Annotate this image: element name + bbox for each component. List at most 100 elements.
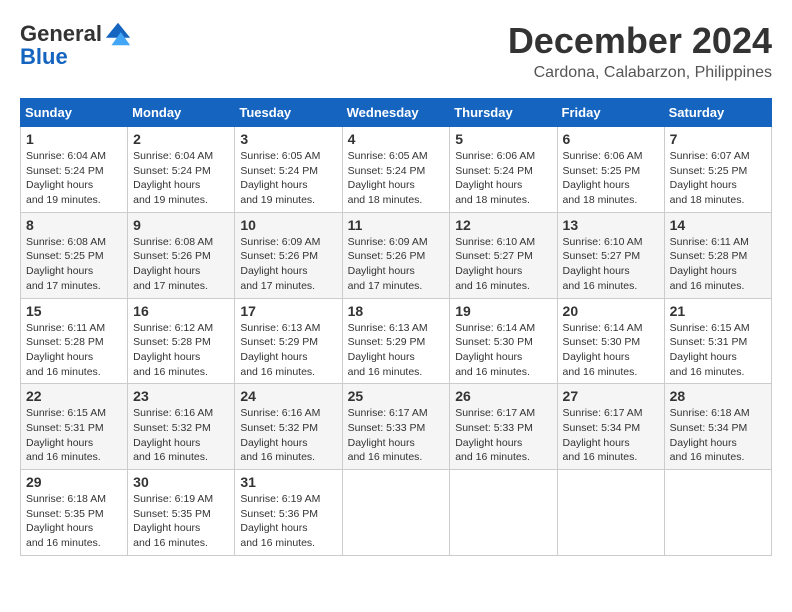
day-info: Sunrise: 6:05 AMSunset: 5:24 PMDaylight … — [240, 149, 336, 208]
calendar-week-row: 29 Sunrise: 6:18 AMSunset: 5:35 PMDayligh… — [21, 470, 772, 556]
table-row — [342, 470, 450, 556]
day-number: 1 — [26, 131, 122, 147]
table-row: 30 Sunrise: 6:19 AMSunset: 5:35 PMDayligh… — [128, 470, 235, 556]
table-row — [557, 470, 664, 556]
day-number: 2 — [133, 131, 229, 147]
table-row: 4Sunrise: 6:05 AMSunset: 5:24 PMDaylight… — [342, 127, 450, 213]
day-info: Sunrise: 6:18 AMSunset: 5:34 PMDaylight … — [670, 406, 766, 465]
title-block: December 2024 Cardona, Calabarzon, Phili… — [508, 20, 772, 82]
page-header: General Blue December 2024 Cardona, Cala… — [20, 20, 772, 82]
table-row: 14Sunrise: 6:11 AMSunset: 5:28 PMDayligh… — [664, 212, 771, 298]
col-sunday: Sunday — [21, 99, 128, 127]
calendar-table: Sunday Monday Tuesday Wednesday Thursday… — [20, 98, 772, 556]
table-row: 6Sunrise: 6:06 AMSunset: 5:25 PMDaylight… — [557, 127, 664, 213]
day-number: 13 — [563, 217, 659, 233]
table-row: 24 Sunrise: 6:16 AMSunset: 5:32 PMDayligh… — [235, 384, 342, 470]
table-row: 19 Sunrise: 6:14 AMSunset: 5:30 PMDayligh… — [450, 298, 557, 384]
col-wednesday: Wednesday — [342, 99, 450, 127]
table-row: 3Sunrise: 6:05 AMSunset: 5:24 PMDaylight… — [235, 127, 342, 213]
table-row: 12 Sunrise: 6:10 AMSunset: 5:27 PMDayligh… — [450, 212, 557, 298]
day-info: Sunrise: 6:09 AMSunset: 5:26 PMDaylight … — [348, 235, 445, 294]
day-number: 18 — [348, 303, 445, 319]
logo-icon — [104, 20, 132, 48]
table-row: 16 Sunrise: 6:12 AMSunset: 5:28 PMDayligh… — [128, 298, 235, 384]
table-row: 31Sunrise: 6:19 AMSunset: 5:36 PMDayligh… — [235, 470, 342, 556]
day-number: 23 — [133, 388, 229, 404]
day-number: 10 — [240, 217, 336, 233]
day-info: Sunrise: 6:08 AMSunset: 5:26 PMDaylight … — [133, 235, 229, 294]
table-row: 22Sunrise: 6:15 AMSunset: 5:31 PMDayligh… — [21, 384, 128, 470]
day-number: 26 — [455, 388, 551, 404]
day-info: Sunrise: 6:15 AMSunset: 5:31 PMDaylight … — [26, 406, 122, 465]
table-row: 20 Sunrise: 6:14 AMSunset: 5:30 PMDayligh… — [557, 298, 664, 384]
calendar-header-row: Sunday Monday Tuesday Wednesday Thursday… — [21, 99, 772, 127]
col-saturday: Saturday — [664, 99, 771, 127]
day-info: Sunrise: 6:11 AMSunset: 5:28 PMDaylight … — [670, 235, 766, 294]
day-info: Sunrise: 6:12 AMSunset: 5:28 PMDaylight … — [133, 321, 229, 380]
table-row: 17 Sunrise: 6:13 AMSunset: 5:29 PMDayligh… — [235, 298, 342, 384]
calendar-week-row: 22Sunrise: 6:15 AMSunset: 5:31 PMDayligh… — [21, 384, 772, 470]
day-info: Sunrise: 6:13 AMSunset: 5:29 PMDaylight … — [348, 321, 445, 380]
day-number: 28 — [670, 388, 766, 404]
day-info: Sunrise: 6:16 AMSunset: 5:32 PMDaylight … — [240, 406, 336, 465]
day-info: Sunrise: 6:10 AMSunset: 5:27 PMDaylight … — [455, 235, 551, 294]
day-number: 16 — [133, 303, 229, 319]
day-info: Sunrise: 6:18 AMSunset: 5:35 PMDaylight … — [26, 492, 122, 551]
table-row: 23 Sunrise: 6:16 AMSunset: 5:32 PMDayligh… — [128, 384, 235, 470]
table-row: 18 Sunrise: 6:13 AMSunset: 5:29 PMDayligh… — [342, 298, 450, 384]
day-info: Sunrise: 6:11 AMSunset: 5:28 PMDaylight … — [26, 321, 122, 380]
day-info: Sunrise: 6:09 AMSunset: 5:26 PMDaylight … — [240, 235, 336, 294]
table-row: 15 Sunrise: 6:11 AMSunset: 5:28 PMDayligh… — [21, 298, 128, 384]
day-info: Sunrise: 6:15 AMSunset: 5:31 PMDaylight … — [670, 321, 766, 380]
day-number: 21 — [670, 303, 766, 319]
table-row: 8Sunrise: 6:08 AMSunset: 5:25 PMDaylight… — [21, 212, 128, 298]
day-info: Sunrise: 6:06 AMSunset: 5:24 PMDaylight … — [455, 149, 551, 208]
day-info: Sunrise: 6:14 AMSunset: 5:30 PMDaylight … — [455, 321, 551, 380]
day-info: Sunrise: 6:04 AMSunset: 5:24 PMDaylight … — [133, 149, 229, 208]
logo: General Blue — [20, 20, 132, 70]
day-number: 30 — [133, 474, 229, 490]
col-thursday: Thursday — [450, 99, 557, 127]
day-number: 29 — [26, 474, 122, 490]
table-row: 13Sunrise: 6:10 AMSunset: 5:27 PMDayligh… — [557, 212, 664, 298]
calendar-week-row: 15 Sunrise: 6:11 AMSunset: 5:28 PMDayligh… — [21, 298, 772, 384]
day-number: 19 — [455, 303, 551, 319]
day-info: Sunrise: 6:17 AMSunset: 5:33 PMDaylight … — [455, 406, 551, 465]
day-number: 31 — [240, 474, 336, 490]
col-friday: Friday — [557, 99, 664, 127]
day-number: 25 — [348, 388, 445, 404]
day-number: 24 — [240, 388, 336, 404]
col-monday: Monday — [128, 99, 235, 127]
table-row: 7Sunrise: 6:07 AMSunset: 5:25 PMDaylight… — [664, 127, 771, 213]
day-number: 4 — [348, 131, 445, 147]
day-number: 7 — [670, 131, 766, 147]
calendar-week-row: 1 Sunrise: 6:04 AMSunset: 5:24 PMDaylight… — [21, 127, 772, 213]
day-number: 6 — [563, 131, 659, 147]
day-number: 9 — [133, 217, 229, 233]
day-info: Sunrise: 6:19 AMSunset: 5:35 PMDaylight … — [133, 492, 229, 551]
day-number: 11 — [348, 217, 445, 233]
table-row: 11 Sunrise: 6:09 AMSunset: 5:26 PMDayligh… — [342, 212, 450, 298]
location-title: Cardona, Calabarzon, Philippines — [508, 64, 772, 82]
day-info: Sunrise: 6:13 AMSunset: 5:29 PMDaylight … — [240, 321, 336, 380]
table-row: 27 Sunrise: 6:17 AMSunset: 5:34 PMDayligh… — [557, 384, 664, 470]
day-info: Sunrise: 6:16 AMSunset: 5:32 PMDaylight … — [133, 406, 229, 465]
day-number: 12 — [455, 217, 551, 233]
day-number: 15 — [26, 303, 122, 319]
table-row: 2 Sunrise: 6:04 AMSunset: 5:24 PMDaylight… — [128, 127, 235, 213]
calendar-week-row: 8Sunrise: 6:08 AMSunset: 5:25 PMDaylight… — [21, 212, 772, 298]
table-row: 9 Sunrise: 6:08 AMSunset: 5:26 PMDaylight… — [128, 212, 235, 298]
table-row — [450, 470, 557, 556]
table-row: 25Sunrise: 6:17 AMSunset: 5:33 PMDayligh… — [342, 384, 450, 470]
day-info: Sunrise: 6:14 AMSunset: 5:30 PMDaylight … — [563, 321, 659, 380]
day-info: Sunrise: 6:04 AMSunset: 5:24 PMDaylight … — [26, 149, 122, 208]
day-number: 20 — [563, 303, 659, 319]
day-number: 17 — [240, 303, 336, 319]
day-number: 8 — [26, 217, 122, 233]
day-info: Sunrise: 6:17 AMSunset: 5:34 PMDaylight … — [563, 406, 659, 465]
day-number: 5 — [455, 131, 551, 147]
table-row: 28 Sunrise: 6:18 AMSunset: 5:34 PMDayligh… — [664, 384, 771, 470]
logo-blue: Blue — [20, 44, 68, 70]
day-number: 27 — [563, 388, 659, 404]
table-row: 5 Sunrise: 6:06 AMSunset: 5:24 PMDaylight… — [450, 127, 557, 213]
